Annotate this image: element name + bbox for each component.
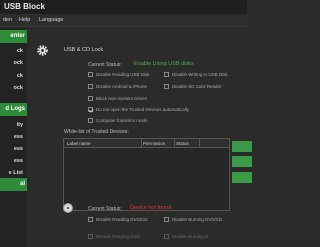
sidebar-section-logs[interactable]: d Logs [0, 103, 27, 116]
disable-burning-dvd-checkbox[interactable]: Disable Burning D [164, 234, 208, 239]
disable-reading-usb-checkbox[interactable]: Disable Reading USB Disk [88, 72, 150, 77]
title-bar: USB Block [0, 0, 247, 14]
sidebar-section-label: enter [10, 33, 25, 39]
menu-item-language[interactable]: Language [39, 17, 63, 23]
sidebar-item[interactable]: ess [14, 134, 23, 140]
sidebar-item[interactable]: ck [17, 48, 23, 54]
block-non-system-drives-checkbox[interactable]: Block Non-System Drives [88, 96, 147, 101]
usb-section-title: USB & CD Lock [64, 47, 104, 53]
remove-device-button[interactable] [232, 172, 252, 183]
column-status[interactable]: Status [176, 141, 189, 146]
sidebar-section-label: al [19, 181, 25, 187]
sidebar-item[interactable]: ck [17, 73, 23, 79]
menu-item-den[interactable]: den [3, 17, 12, 23]
sidebar-item[interactable]: e List [9, 170, 23, 176]
cd-status-value: Device not found [130, 205, 172, 211]
disable-writing-usb-checkbox[interactable]: Disable Writing to USB Disk [164, 72, 228, 77]
usb-status-label: Current Status: [88, 62, 122, 68]
app-title: USB Block [4, 2, 45, 11]
disable-sd-card-checkbox[interactable]: Disable SD Card Reader [164, 84, 222, 89]
cd-lock-radio[interactable] [63, 203, 73, 213]
sidebar-item[interactable]: ess [14, 158, 23, 164]
sidebar: enter ck ock ck ock d Logs ity ess ess e… [0, 27, 27, 247]
column-permission[interactable]: Permission [143, 141, 165, 146]
sidebar-item[interactable]: ock [14, 85, 23, 91]
cd-status-label: Current Status: [88, 206, 122, 212]
column-label-name[interactable]: Label name [67, 141, 91, 146]
whitelist-table[interactable]: Label name Permission Status [63, 138, 230, 211]
sidebar-item[interactable]: ity [17, 122, 23, 128]
do-not-open-trusted-checkbox[interactable]: Do not open the Trusted Devices automati… [88, 107, 189, 112]
forensics-mode-checkbox[interactable]: Computer forensics mode [88, 118, 148, 123]
edit-device-button[interactable] [232, 156, 252, 167]
main-content [27, 27, 247, 247]
disable-burning-dvdcd-checkbox[interactable]: Disable Burning DVD/CD [164, 217, 222, 222]
usb-status-value: Enable Using USB disks [134, 61, 194, 67]
disable-reading-dvd-checkbox[interactable]: Disable Reading DVD [88, 234, 140, 239]
whitelist-label: White-list of Trusted Devices: [64, 129, 129, 135]
sidebar-item[interactable]: ess [14, 146, 23, 152]
menu-bar: den Help Language [0, 14, 247, 27]
sidebar-item[interactable]: ock [14, 60, 23, 66]
sidebar-section-center[interactable]: enter [0, 30, 27, 43]
sidebar-section-label: d Logs [5, 106, 25, 112]
sidebar-section-general[interactable]: al [0, 178, 27, 191]
whitelist-header: Label name Permission Status [64, 139, 229, 148]
gear-icon [37, 45, 48, 56]
menu-item-help[interactable]: Help [19, 17, 30, 23]
add-device-button[interactable] [232, 141, 252, 152]
disable-reading-dvdcd-checkbox[interactable]: Disable Reading DVD/CD [88, 217, 148, 222]
disable-android-iphone-checkbox[interactable]: Disable Android & iPhone [88, 84, 147, 89]
